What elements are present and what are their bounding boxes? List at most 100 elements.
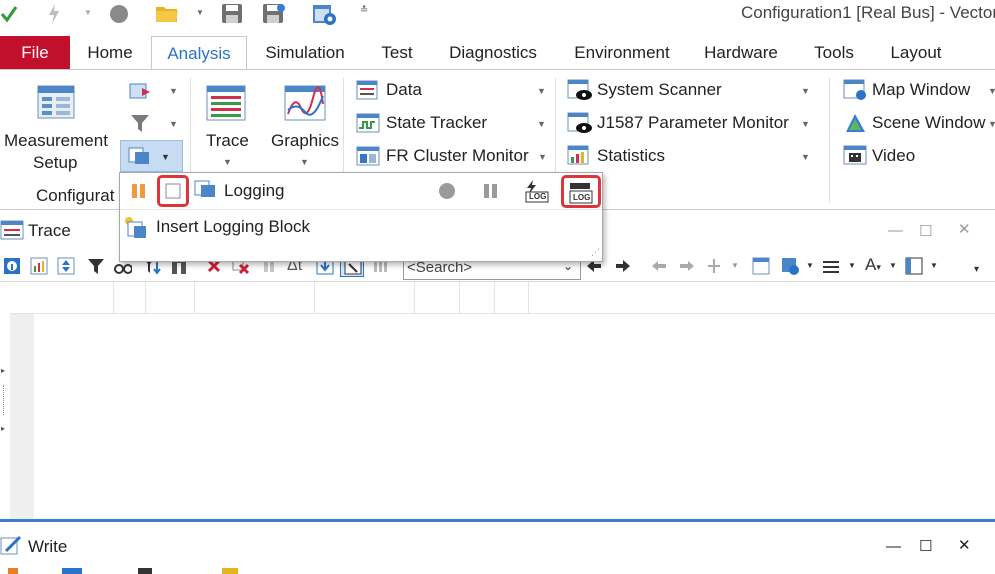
font-size-icon[interactable]: A▾ [865,255,881,275]
configuration-icon[interactable] [311,2,337,26]
chevron-down-icon[interactable]: ▼ [169,86,178,96]
state-tracker-label[interactable]: State Tracker [386,113,487,133]
chevron-down-icon[interactable]: ▼ [889,261,897,270]
fr-cluster-monitor-label[interactable]: FR Cluster Monitor [386,146,529,166]
chevron-down-icon[interactable]: ▼ [537,86,546,96]
record-icon[interactable] [437,181,457,201]
info-icon[interactable] [3,257,21,275]
minimize-icon[interactable]: — [886,538,901,555]
tab-diagnostics[interactable]: Diagnostics [434,36,552,70]
state-tracker-icon[interactable] [356,113,380,133]
chevron-down-icon[interactable]: ▼ [169,119,178,129]
close-icon[interactable]: ✕ [958,536,971,554]
graphics-button-label[interactable]: Graphics [271,131,339,151]
insert-logging-block-item[interactable]: Insert Logging Block [156,217,310,237]
tab-home[interactable]: Home [76,36,144,70]
layout-icon[interactable] [905,257,923,275]
trace-button-label[interactable]: Trace [206,131,249,151]
measurement-setup-label-2[interactable]: Setup [33,153,77,173]
measurement-setup-label-1[interactable]: Measurement [4,131,108,151]
stop-icon[interactable] [108,3,130,25]
tab-file[interactable]: File [0,36,70,70]
marker-icon[interactable] [705,257,723,275]
column-divider[interactable] [414,282,415,314]
configuration-icon[interactable] [781,257,799,275]
map-window-icon[interactable] [843,79,869,101]
video-window-label[interactable]: Video [872,146,915,166]
chevron-down-icon[interactable]: ▼ [930,261,938,270]
statistics-icon[interactable] [30,257,48,275]
filter-icon[interactable] [130,112,150,134]
chevron-down-icon[interactable]: ▼ [161,152,170,162]
customize-qat-icon[interactable]: ≛ [360,5,368,16]
find-next-icon[interactable] [614,257,632,275]
measurement-setup-icon[interactable] [36,84,78,122]
logging-label[interactable]: Logging [224,181,285,201]
chevron-down-icon[interactable]: ▼ [196,8,204,17]
chevron-down-icon[interactable]: ▼ [801,152,810,162]
chevron-down-icon[interactable]: ▼ [537,119,546,129]
pause-icon[interactable] [482,181,500,201]
checkbox-icon[interactable] [164,181,182,201]
map-window-label[interactable]: Map Window [872,80,970,100]
save-icon[interactable] [220,2,244,24]
column-divider[interactable] [113,282,114,314]
chevron-down-icon[interactable]: ▼ [801,86,810,96]
tab-test[interactable]: Test [366,36,428,70]
column-divider[interactable] [194,282,195,314]
tab-hardware[interactable]: Hardware [692,36,790,70]
chevron-down-icon[interactable]: ▼ [801,119,810,129]
tab-tools[interactable]: Tools [800,36,868,70]
pause-icon[interactable] [130,181,148,201]
chevron-down-icon[interactable]: ▼ [223,157,232,167]
j1587-monitor-label[interactable]: J1587 Parameter Monitor [597,113,789,133]
tab-environment[interactable]: Environment [560,36,684,70]
line-style-icon[interactable] [822,257,840,275]
checkmark-icon[interactable] [0,4,18,24]
chevron-down-icon[interactable]: ▼ [988,86,995,96]
expand-arrow-icon[interactable]: ▸ [1,424,5,433]
tab-simulation[interactable]: Simulation [252,36,358,70]
column-divider[interactable] [459,282,460,314]
toolbar-overflow-icon[interactable]: ▾ [974,264,979,275]
column-divider[interactable] [494,282,495,314]
chevron-down-icon[interactable]: ▼ [84,8,92,17]
statistics-label[interactable]: Statistics [597,146,665,166]
chevron-down-icon[interactable]: ▼ [731,261,739,270]
statistics-icon[interactable] [567,145,593,167]
tab-layout[interactable]: Layout [878,36,954,70]
data-window-icon[interactable] [356,80,378,100]
splitter-grip[interactable] [3,385,4,415]
maximize-icon[interactable]: ☐ [919,537,932,555]
fr-cluster-monitor-icon[interactable] [356,146,380,166]
close-icon[interactable]: ✕ [958,220,971,238]
trace-message-icon[interactable] [752,257,770,275]
lightning-icon[interactable] [46,3,62,25]
data-window-label[interactable]: Data [386,80,422,100]
save-as-icon[interactable] [261,2,287,24]
chevron-down-icon[interactable]: ▼ [300,157,309,167]
chevron-down-icon[interactable]: ▼ [538,152,547,162]
open-folder-icon[interactable] [154,2,180,24]
minimize-icon[interactable]: — [888,222,903,239]
forward-arrow-icon[interactable] [678,257,696,275]
column-divider[interactable] [314,282,315,314]
scene-window-icon[interactable] [843,112,869,134]
logging-block-icon[interactable] [127,146,153,166]
system-scanner-label[interactable]: System Scanner [597,80,722,100]
video-window-icon[interactable] [843,145,869,167]
expand-arrow-icon[interactable]: ▸ [1,366,5,375]
insert-node-icon[interactable] [128,80,152,102]
maximize-icon[interactable]: ☐ [919,222,932,240]
resize-grip-icon[interactable]: ⋰ [591,247,600,258]
filter-icon[interactable] [87,257,105,275]
scene-window-label[interactable]: Scene Window [872,113,985,133]
j1587-monitor-icon[interactable] [567,112,593,134]
chevron-down-icon[interactable]: ▼ [848,261,856,270]
chevron-down-icon[interactable]: ▼ [988,119,995,129]
column-divider[interactable] [528,282,529,314]
tab-analysis[interactable]: Analysis [151,36,247,71]
system-scanner-icon[interactable] [567,79,593,101]
graphics-icon[interactable] [283,84,327,124]
chevron-down-icon[interactable]: ▼ [806,261,814,270]
